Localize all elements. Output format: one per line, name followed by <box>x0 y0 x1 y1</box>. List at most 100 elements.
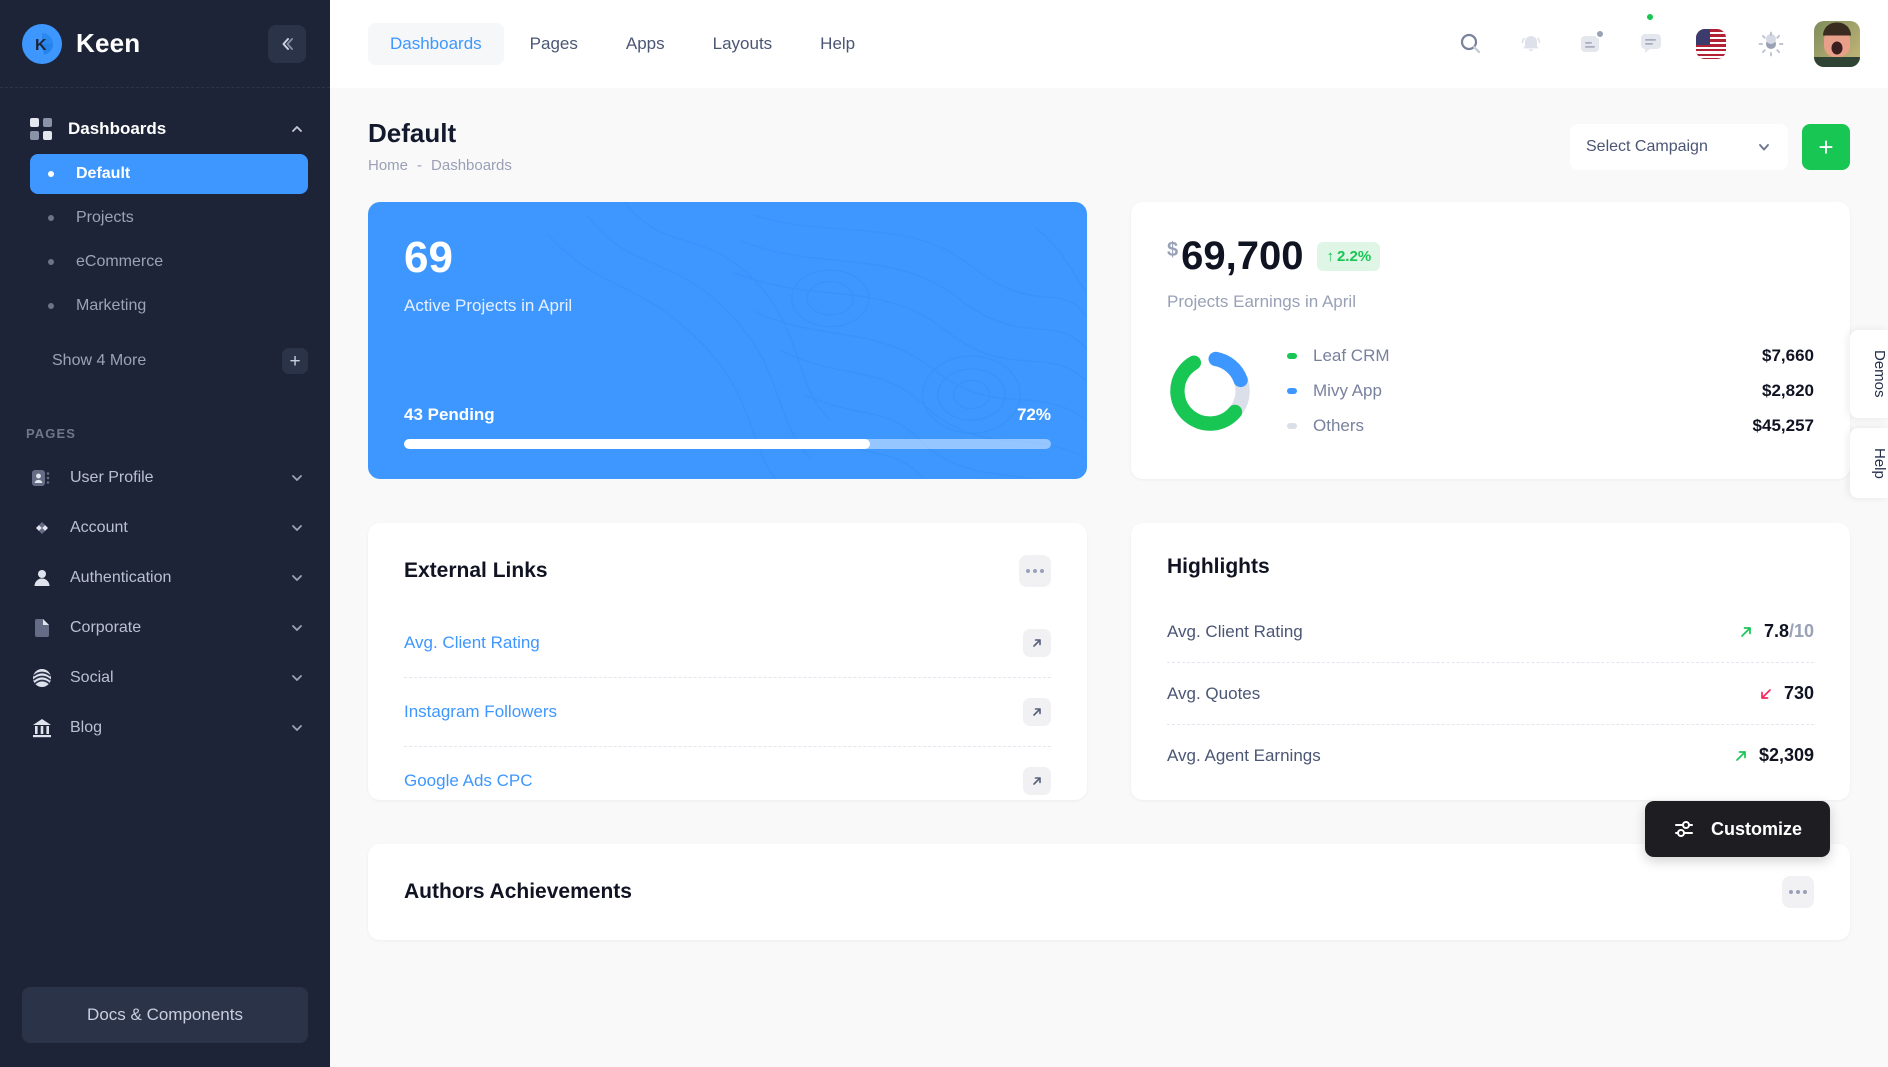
sidebar-group-label: Dashboards <box>68 119 167 138</box>
flag-us-icon[interactable] <box>1694 27 1728 61</box>
avatar[interactable] <box>1814 21 1860 67</box>
highlight-value: 730 <box>1783 683 1814 703</box>
chevron-down-icon <box>292 525 302 531</box>
sidebar-item-user-profile[interactable]: User Profile <box>0 453 330 503</box>
highlight-value-group: 730 <box>1758 683 1814 704</box>
row-actions <box>1023 767 1051 795</box>
side-tabs: Demos Help <box>1850 330 1888 499</box>
chat-icon[interactable] <box>1634 12 1668 61</box>
highlight-value-group: $2,309 <box>1733 745 1814 766</box>
sidebar-item-label: Default <box>76 165 131 182</box>
earnings-subtitle: Projects Earnings in April <box>1167 292 1356 311</box>
external-links-rows: Avg. Client Rating Instagram Followers G… <box>404 609 1051 815</box>
highlights-rows: Avg. Client Rating 7.8/10 Avg. Quotes 73… <box>1167 601 1814 786</box>
sidebar-item-label: Social <box>70 669 114 686</box>
chevron-down-icon <box>1759 144 1769 151</box>
keen-logo-icon: K <box>22 23 62 64</box>
sidebar-group-dashboards[interactable]: Dashboards <box>0 108 330 150</box>
legend-swatch <box>1287 353 1297 359</box>
avatar-shirt <box>1814 57 1860 67</box>
currency-symbol: $ <box>1167 239 1179 261</box>
plus-icon[interactable]: + <box>282 348 308 374</box>
topbar: Dashboards Pages Apps Layouts Help <box>330 0 1888 88</box>
main-area: Dashboards Pages Apps Layouts Help Defau… <box>330 0 1888 1067</box>
docs-components-button[interactable]: Docs & Components <box>22 987 308 1043</box>
sidebar-show-more[interactable]: Show 4 More + <box>30 340 308 382</box>
sidebar-item-label: Marketing <box>76 297 147 314</box>
topbar-actions <box>1454 12 1860 67</box>
tab-pages[interactable]: Pages <box>508 23 600 65</box>
sidebar-item-default[interactable]: Default <box>30 154 308 194</box>
sidebar-collapse-button[interactable] <box>268 24 306 63</box>
highlights-card: Highlights Avg. Client Rating 7.8/10 Avg… <box>1131 523 1850 800</box>
breadcrumb-home[interactable]: Home <box>368 157 408 174</box>
active-projects-progress-block: 43 Pending 72% <box>404 405 1051 449</box>
chevron-up-icon <box>292 126 302 132</box>
external-link-icon[interactable] <box>1023 767 1051 795</box>
contacts-icon[interactable] <box>1574 27 1608 61</box>
sidebar: K Keen Dashboards Default Projects eComm… <box>0 0 330 1067</box>
add-button[interactable]: + <box>1802 124 1850 170</box>
avatar-mouth <box>1831 41 1843 55</box>
sidebar-item-projects[interactable]: Projects <box>30 198 308 238</box>
sidebar-item-blog[interactable]: Blog <box>0 703 330 753</box>
sidebar-item-corporate[interactable]: Corporate <box>0 603 330 653</box>
legend-value: $2,820 <box>1762 381 1814 400</box>
external-link-label[interactable]: Avg. Client Rating <box>404 633 540 653</box>
earnings-amount: $ 69,700 <box>1167 236 1303 276</box>
online-status-dot <box>1645 12 1655 22</box>
customize-button[interactable]: Customize <box>1644 801 1830 857</box>
highlight-value: 7.8/10 <box>1763 621 1814 641</box>
list-item[interactable]: Google Ads CPC <box>404 747 1051 815</box>
active-projects-card: 69 Active Projects in April 43 Pending 7… <box>368 202 1087 479</box>
page-title: Default <box>368 118 457 148</box>
tab-dashboards[interactable]: Dashboards <box>368 23 504 65</box>
earnings-legend: Leaf CRM $7,660 Mivy App $2,820 Others $… <box>1287 346 1814 436</box>
sidebar-item-marketing[interactable]: Marketing <box>30 286 308 326</box>
list-item[interactable]: Avg. Client Rating <box>404 609 1051 678</box>
pending-label: 43 Pending <box>404 405 495 424</box>
bell-icon[interactable] <box>1514 27 1548 61</box>
tab-layouts[interactable]: Layouts <box>691 23 795 65</box>
ellipsis-icon[interactable] <box>1782 876 1814 908</box>
sidebar-item-authentication[interactable]: Authentication <box>0 553 330 603</box>
highlight-value: $2,309 <box>1758 745 1814 765</box>
external-link-icon[interactable] <box>1023 698 1051 726</box>
sidebar-item-account[interactable]: Account <box>0 503 330 553</box>
authors-achievements-title: Authors Achievements <box>404 880 632 903</box>
brand[interactable]: K Keen <box>22 23 268 64</box>
highlight-label: Avg. Client Rating <box>1167 621 1303 641</box>
bank-icon <box>30 716 54 740</box>
bullet-icon <box>48 215 54 221</box>
tab-apps[interactable]: Apps <box>604 23 687 65</box>
top-navigation: Dashboards Pages Apps Layouts Help <box>368 23 877 65</box>
legend-item: Leaf CRM $7,660 <box>1287 346 1814 366</box>
earnings-delta-badge: ↑ 2.2% <box>1317 241 1381 271</box>
legend-value: $7,660 <box>1762 346 1814 365</box>
sidebar-item-ecommerce[interactable]: eCommerce <box>30 242 308 282</box>
external-link-label[interactable]: Google Ads CPC <box>404 771 533 791</box>
search-icon[interactable] <box>1454 27 1488 61</box>
sidebar-item-label: Projects <box>76 209 134 226</box>
bullet-icon <box>48 171 54 177</box>
theme-toggle-icon[interactable] <box>1754 27 1788 61</box>
earnings-delta-value: 2.2% <box>1336 247 1372 265</box>
external-link-label[interactable]: Instagram Followers <box>404 702 557 722</box>
page-header: Default Home - Dashboards Select Campaig… <box>368 88 1850 174</box>
side-tab-help[interactable]: Help <box>1850 427 1888 499</box>
sidebar-item-social[interactable]: Social <box>0 653 330 703</box>
active-projects-inner: 69 Active Projects in April 43 Pending 7… <box>404 236 1051 449</box>
breadcrumb: Home - Dashboards <box>368 157 512 174</box>
side-tab-demos[interactable]: Demos <box>1850 330 1888 418</box>
svg-text:K: K <box>35 37 47 54</box>
sidebar-item-label: Account <box>70 519 128 536</box>
external-link-icon[interactable] <box>1023 629 1051 657</box>
list-item[interactable]: Instagram Followers <box>404 678 1051 747</box>
external-links-title: External Links <box>404 559 548 582</box>
ellipsis-icon[interactable] <box>1019 555 1051 587</box>
active-projects-count: 69 <box>404 233 453 282</box>
tab-help[interactable]: Help <box>798 23 877 65</box>
campaign-select[interactable]: Select Campaign <box>1570 124 1788 170</box>
sidebar-item-label: Corporate <box>70 619 142 636</box>
earnings-value: 69,700 <box>1181 234 1304 278</box>
